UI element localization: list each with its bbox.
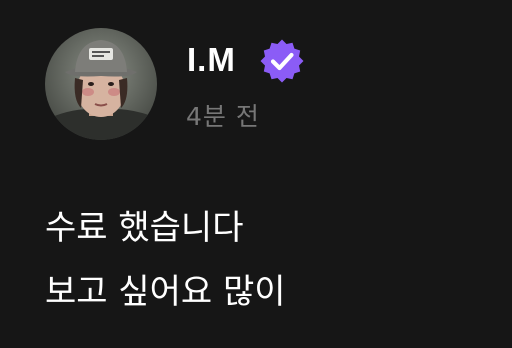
- post-line: 보고 싶어요 많이: [45, 272, 286, 312]
- post-line: 수료 했습니다: [45, 208, 244, 248]
- verified-badge-icon: [260, 39, 304, 83]
- avatar-photo-icon: [45, 28, 157, 140]
- post-timestamp: 4분 전: [186, 102, 260, 131]
- profile-avatar[interactable]: [45, 28, 157, 140]
- username[interactable]: I.M: [187, 34, 236, 86]
- post-card: I.M 4분 전 수료 했습니다 보고 싶어요 많이: [0, 0, 512, 348]
- post-text: 수료 했습니다 보고 싶어요 많이: [45, 196, 286, 324]
